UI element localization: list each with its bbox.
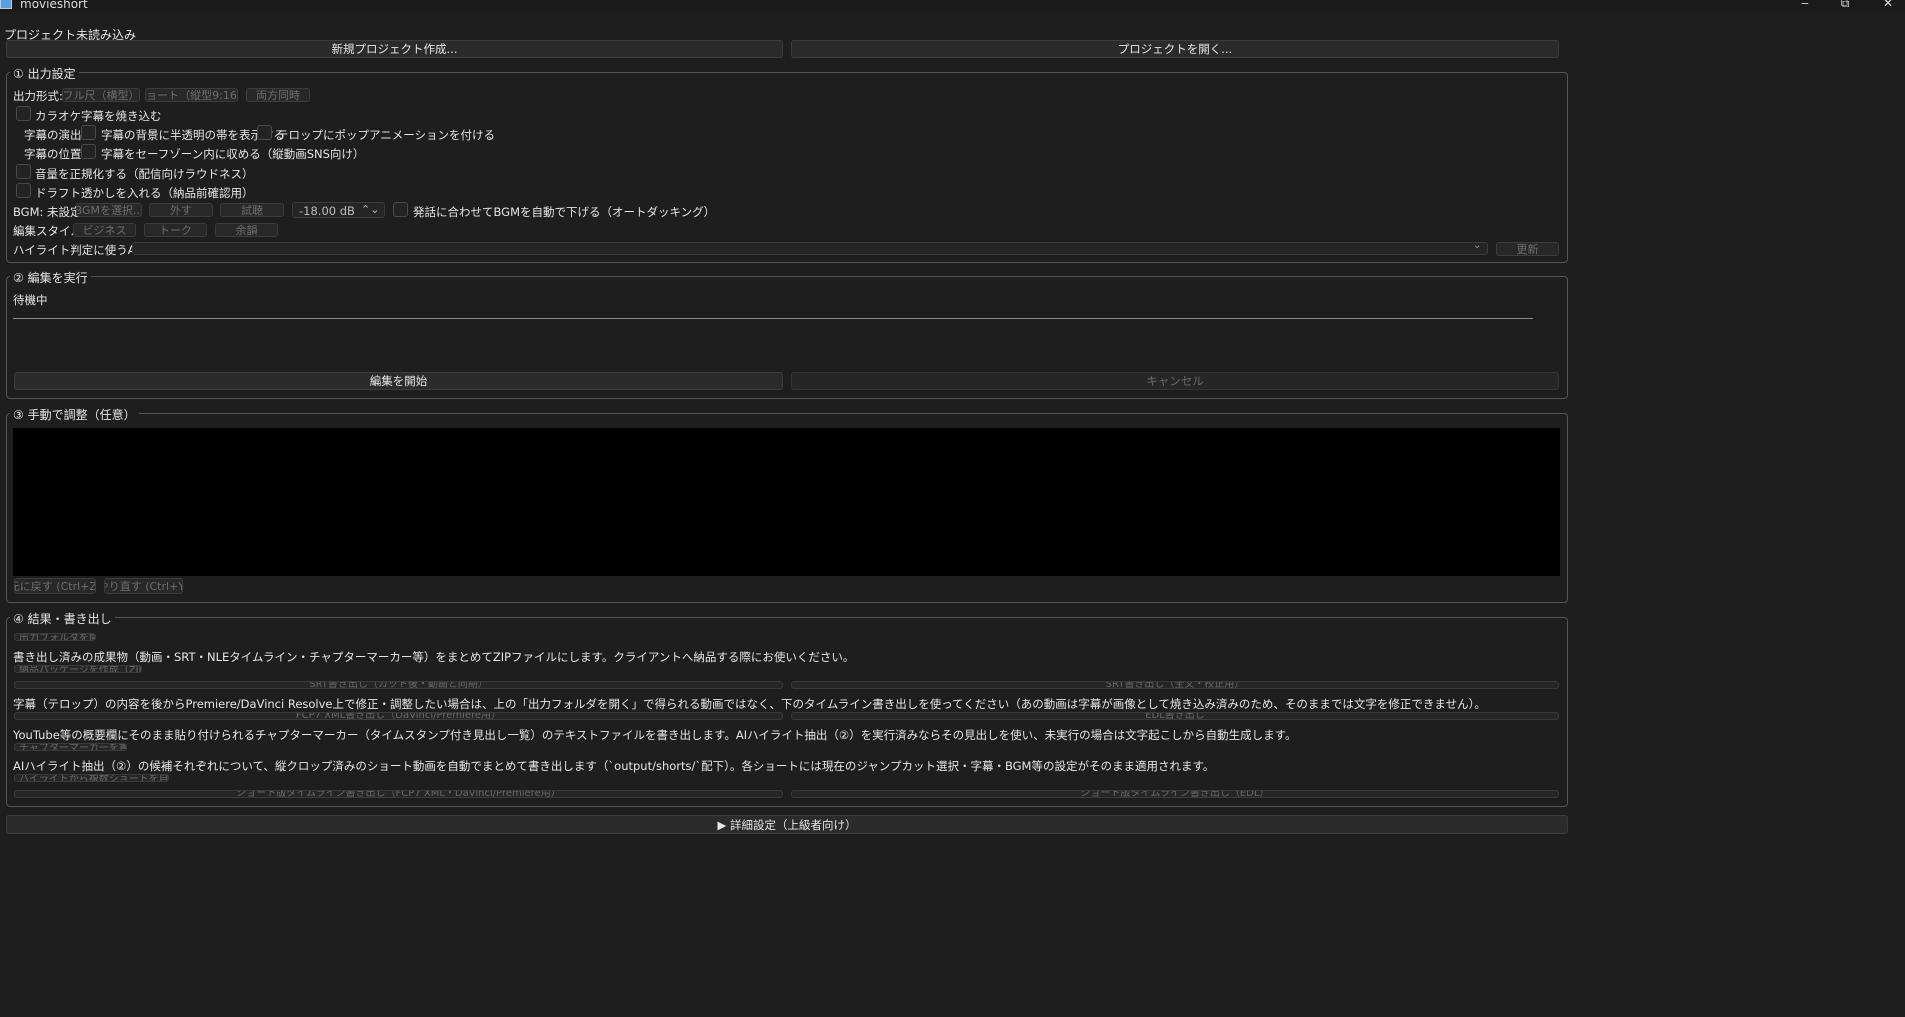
karaoke-label: カラオケ字幕を焼き込む [35, 109, 162, 123]
format-both-button[interactable]: 両方同時 [246, 88, 310, 102]
new-project-button[interactable]: 新規プロジェクト作成... [6, 40, 783, 58]
bgm-volume-spinbox[interactable]: -18.00 dB ⌃⌄ [292, 202, 385, 218]
open-project-button[interactable]: プロジェクトを開く... [791, 40, 1559, 58]
redo-button[interactable]: やり直す (Ctrl+Y) [104, 578, 183, 594]
chapter-export-button[interactable]: チャプターマーカーを書き出し [14, 743, 127, 751]
bgm-select-button[interactable]: BGMを選択... [76, 203, 142, 217]
create-zip-button[interactable]: 納品パッケージを作成（ZIP） [14, 665, 142, 673]
telop-description: 字幕（テロップ）の内容を後からPremiere/DaVinci Resolve上… [13, 697, 1486, 711]
open-output-folder-button[interactable]: 出力フォルダを開く [14, 633, 96, 641]
format-label: 出力形式: [13, 89, 63, 103]
app-icon [0, 0, 12, 9]
ducking-label: 発話に合わせてBGMを自動で下げる（オートダッキング） [413, 205, 716, 219]
style-afterglow-button[interactable]: 余韻 [215, 223, 278, 237]
refresh-button[interactable]: 更新 [1496, 242, 1559, 256]
progress-bar [13, 318, 1533, 319]
bgm-status-label: BGM: 未設定 [13, 205, 82, 219]
format-short-button[interactable]: ショート（縦型9:16） [145, 88, 238, 102]
chapter-description: YouTube等の概要欄にそのまま貼り付けられるチャプターマーカー（タイムスタン… [13, 728, 1297, 742]
adjust-legend: ③ 手動で調整（任意） [10, 406, 139, 423]
telop-pop-checkbox[interactable] [257, 125, 272, 140]
start-edit-button[interactable]: 編集を開始 [14, 372, 783, 390]
minimize-icon[interactable]: ‒ [1795, 0, 1815, 10]
fcp7-xml-export-button[interactable]: FCP7 XML書き出し（DaVinci/Premiere用） [14, 712, 783, 720]
ai-model-select[interactable]: ⌄ [132, 240, 1488, 255]
auto-shorts-button[interactable]: ハイライトから複数ショートを自動生成 [14, 774, 169, 782]
edl-export-button[interactable]: EDL書き出し [791, 712, 1559, 720]
telop-pop-label: テロップにポップアニメーションを付ける [277, 128, 496, 142]
safezone-label: 字幕をセーフゾーン内に収める（縦動画SNS向け） [101, 147, 365, 161]
subtitle-effect-label: 字幕の演出: [24, 128, 86, 142]
watermark-label: ドラフト透かしを入れる（納品前確認用） [35, 186, 254, 200]
cancel-button[interactable]: キャンセル [791, 372, 1559, 390]
subtitle-bg-checkbox[interactable] [81, 125, 96, 140]
window-title: movieshort [20, 0, 88, 11]
style-business-button[interactable]: ビジネス [73, 223, 136, 237]
zip-description: 書き出し済みの成果物（動画・SRT・NLEタイムライン・チャプターマーカー等）を… [13, 650, 855, 664]
format-full-button[interactable]: フル尺（横型） [62, 88, 140, 102]
timeline-editor-canvas[interactable] [13, 428, 1560, 576]
safezone-checkbox[interactable] [81, 144, 96, 159]
style-talk-button[interactable]: トーク [144, 223, 207, 237]
bgm-remove-button[interactable]: 外す [149, 203, 213, 217]
bgm-volume-value: -18.00 dB [299, 204, 355, 218]
bgm-preview-button[interactable]: 試聴 [220, 203, 284, 217]
ducking-checkbox[interactable] [393, 202, 408, 217]
short-timeline-edl-button[interactable]: ショート版タイムライン書き出し（EDL） [791, 790, 1559, 798]
normalize-checkbox[interactable] [16, 164, 31, 179]
shorts-description: AIハイライト抽出（②）の候補それぞれについて、縦クロップ済みのショート動画を自… [13, 759, 1215, 773]
title-bar [0, 0, 1905, 12]
chevron-down-icon: ⌄ [1473, 240, 1482, 251]
advanced-settings-toggle[interactable]: ▶ 詳細設定（上級者向け） [6, 815, 1568, 834]
srt-cut-export-button[interactable]: SRT書き出し（カット後・動画と同期） [14, 681, 783, 689]
close-icon[interactable]: ✕ [1878, 0, 1898, 10]
maximize-icon[interactable]: ⧉ [1835, 0, 1855, 10]
execute-legend: ② 編集を実行 [10, 269, 91, 286]
results-legend: ④ 結果・書き出し [10, 610, 115, 627]
execute-status: 待機中 [13, 293, 48, 307]
subtitle-position-label: 字幕の位置: [24, 147, 86, 161]
output-settings-legend: ① 出力設定 [10, 65, 79, 82]
srt-full-export-button[interactable]: SRT書き出し（全文・校正用） [791, 681, 1559, 689]
short-timeline-fcp7-button[interactable]: ショート版タイムライン書き出し（FCP7 XML・DaVinci/Premier… [14, 790, 783, 798]
undo-button[interactable]: 元に戻す (Ctrl+Z) [14, 578, 96, 594]
karaoke-checkbox[interactable] [16, 106, 31, 121]
watermark-checkbox[interactable] [16, 183, 31, 198]
spin-arrows-icon[interactable]: ⌃⌄ [361, 203, 379, 216]
normalize-label: 音量を正規化する（配信向けラウドネス） [35, 167, 254, 181]
